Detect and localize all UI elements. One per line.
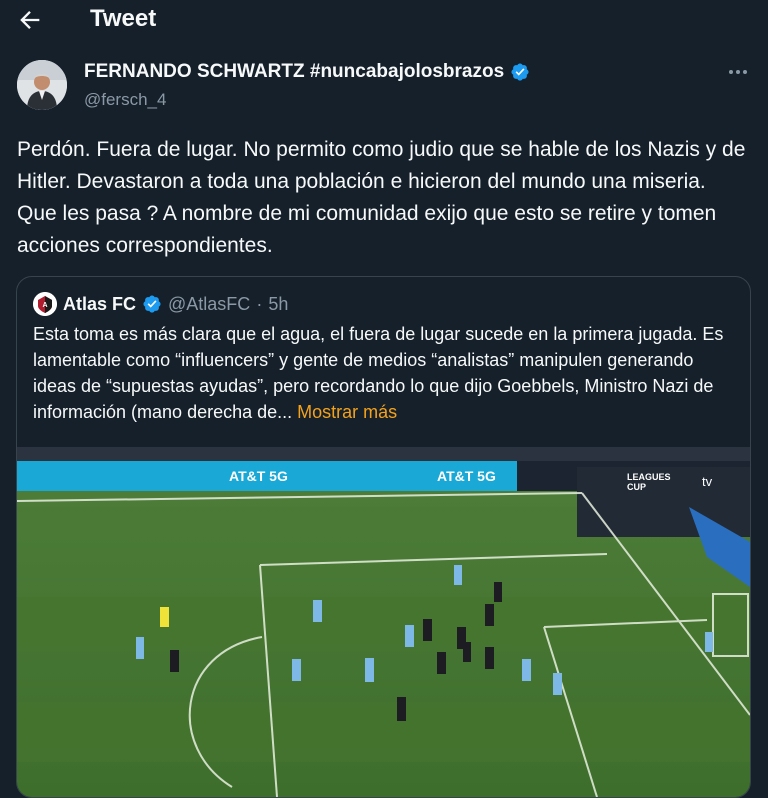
broadcast-logo-line2: CUP <box>627 482 646 492</box>
separator-dot: · <box>256 293 263 314</box>
quoted-author-name[interactable]: Atlas FC <box>63 294 136 315</box>
avatar-photo <box>17 60 67 110</box>
avatar[interactable] <box>17 60 67 110</box>
top-bar: Tweet <box>0 0 768 40</box>
author-handle[interactable]: @fersch_4 <box>84 90 166 110</box>
quoted-tweet-text: Esta toma es más clara que el agua, el f… <box>33 321 738 425</box>
author-name-row: FERNANDO SCHWARTZ #nuncabajolosbrazos <box>84 61 530 83</box>
ad-board-text: AT&T 5G <box>229 468 288 484</box>
verified-badge-icon <box>511 63 529 81</box>
atlas-logo-icon: A <box>33 292 57 316</box>
quoted-tweet-card[interactable]: A Atlas FC @AtlasFC · 5h Esta toma es má… <box>16 276 751 798</box>
show-more-link[interactable]: Mostrar más <box>297 402 397 422</box>
quoted-author-handle[interactable]: @AtlasFC <box>168 294 250 315</box>
quoted-tweet-header: A Atlas FC @AtlasFC · 5h <box>33 292 288 316</box>
quoted-timestamp[interactable]: 5h <box>268 294 288 315</box>
page-title: Tweet <box>90 5 157 32</box>
svg-text:AT&T 5G: AT&T 5G <box>437 468 496 484</box>
broadcaster-text: tv <box>702 474 713 489</box>
more-options-icon[interactable] <box>726 60 750 84</box>
tweet-text: Perdón. Fuera de lugar. No permito como … <box>17 138 746 257</box>
quoted-media-image[interactable]: AT&T 5G AT&T 5G LEAGUES CUP tv <box>17 447 750 797</box>
verified-badge-icon <box>143 295 161 313</box>
back-arrow-icon[interactable] <box>16 6 44 34</box>
svg-text:A: A <box>42 302 47 309</box>
broadcast-logo-line1: LEAGUES <box>627 472 671 482</box>
author-display-name[interactable]: FERNANDO SCHWARTZ #nuncabajolosbrazos <box>84 61 504 83</box>
